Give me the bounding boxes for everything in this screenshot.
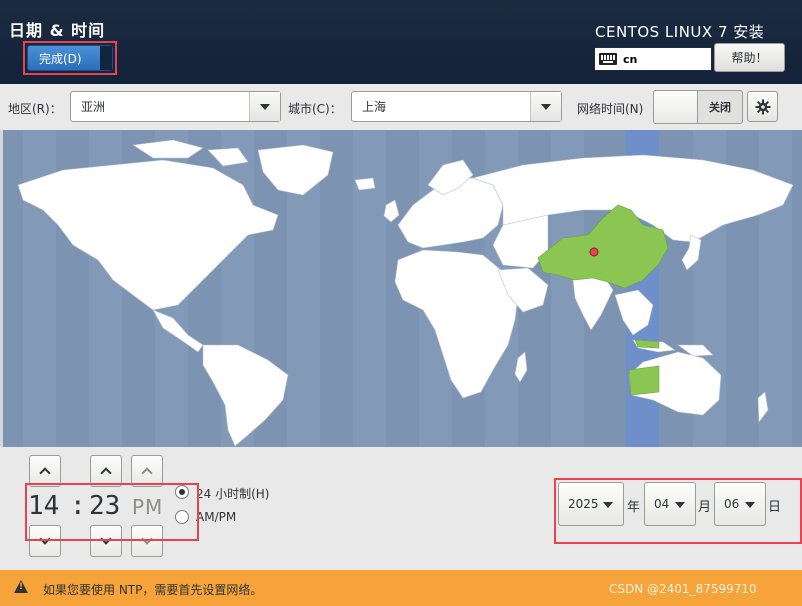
city-label: 城市(C)： bbox=[288, 102, 342, 116]
timezone-map[interactable] bbox=[3, 130, 802, 447]
dropdown-arrow-icon bbox=[745, 502, 755, 508]
city-value: 上海 bbox=[362, 100, 387, 114]
region-label: 地区(R)： bbox=[8, 102, 62, 116]
warning-icon bbox=[14, 580, 28, 593]
month-select[interactable]: 04 bbox=[644, 482, 696, 526]
dropdown-arrow-icon bbox=[260, 103, 270, 110]
landmasses bbox=[17, 139, 794, 447]
dropdown-arrow-icon bbox=[541, 103, 551, 110]
year-select[interactable]: 2025 bbox=[558, 482, 624, 526]
ampm-up-button[interactable] bbox=[131, 455, 163, 487]
help-button[interactable]: 帮助！ bbox=[714, 43, 785, 72]
ntp-settings-button[interactable] bbox=[747, 91, 778, 122]
chevron-down-icon bbox=[39, 533, 51, 545]
region-value: 亚洲 bbox=[81, 100, 106, 114]
watermark: CSDN @2401_87599710 bbox=[609, 582, 757, 596]
network-time-toggle[interactable]: 关闭 bbox=[653, 90, 743, 124]
gear-icon bbox=[755, 99, 770, 114]
dropdown-arrow-icon bbox=[603, 502, 613, 508]
year-unit: 年 bbox=[627, 500, 641, 515]
format-24h-radio[interactable] bbox=[175, 485, 189, 499]
hour-down-button[interactable] bbox=[29, 525, 61, 557]
city-marker bbox=[589, 247, 599, 257]
month-unit: 月 bbox=[698, 500, 712, 515]
year-value: 2025 bbox=[568, 497, 599, 511]
keyboard-icon bbox=[599, 53, 617, 65]
done-button[interactable]: 完成(D) bbox=[27, 45, 113, 71]
minute-value: 23 bbox=[89, 491, 121, 521]
city-select[interactable]: 上海 bbox=[351, 91, 562, 122]
toggle-knob bbox=[654, 91, 698, 123]
minute-down-button[interactable] bbox=[90, 525, 122, 557]
hour-up-button[interactable] bbox=[29, 455, 61, 487]
ampm-down-button[interactable] bbox=[131, 525, 163, 557]
day-unit: 日 bbox=[768, 500, 782, 515]
format-ampm-radio[interactable] bbox=[175, 510, 189, 524]
header-bar bbox=[0, 0, 802, 84]
day-select[interactable]: 06 bbox=[714, 482, 766, 526]
ampm-value: PM bbox=[132, 495, 164, 519]
region-select[interactable]: 亚洲 bbox=[70, 91, 281, 122]
page-title: 日期 & 时间 bbox=[9, 21, 106, 40]
chevron-down-icon bbox=[141, 533, 153, 545]
network-time-label: 网络时间(N) bbox=[577, 102, 644, 116]
chevron-up-icon bbox=[39, 467, 51, 479]
hour-value: 14 bbox=[28, 491, 60, 521]
chevron-up-icon bbox=[141, 467, 153, 479]
month-value: 04 bbox=[654, 497, 670, 511]
time-separator: : bbox=[70, 491, 86, 521]
warning-message: 如果您要使用 NTP，需要首先设置网络。 bbox=[43, 583, 263, 597]
minute-up-button[interactable] bbox=[90, 455, 122, 487]
done-button-label: 完成(D) bbox=[39, 51, 82, 66]
keyboard-layout-code: cn bbox=[623, 52, 638, 66]
product-title: CENTOS LINUX 7 安装 bbox=[595, 23, 765, 41]
format-24h-label: 24 小时制(H) bbox=[196, 487, 270, 501]
day-value: 06 bbox=[724, 497, 740, 511]
format-ampm-label: AM/PM bbox=[196, 510, 237, 524]
keyboard-layout-indicator[interactable]: cn bbox=[594, 47, 712, 71]
dropdown-arrow-icon bbox=[675, 502, 685, 508]
toggle-state-label: 关闭 bbox=[709, 101, 731, 114]
chevron-up-icon bbox=[100, 467, 112, 479]
chevron-down-icon bbox=[100, 533, 112, 545]
world-map bbox=[17, 130, 794, 447]
